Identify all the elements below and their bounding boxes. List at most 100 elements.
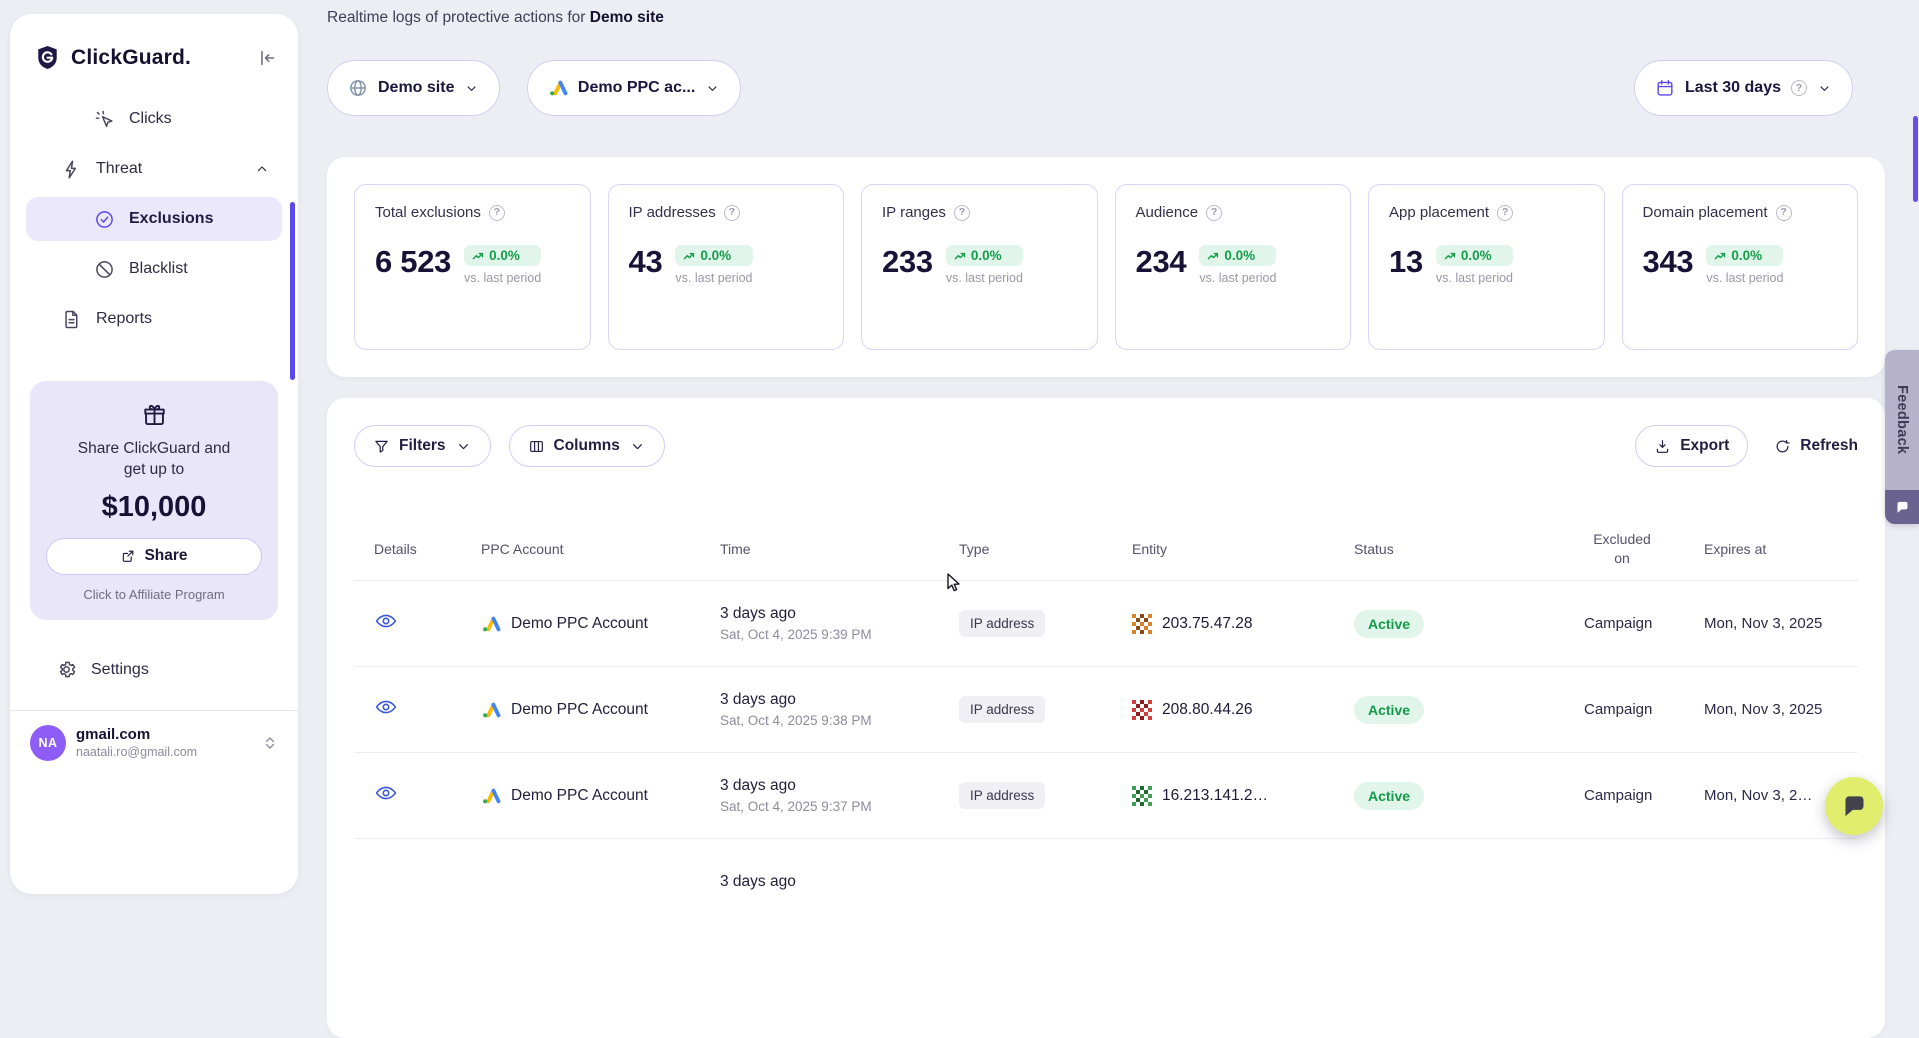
eye-icon [374, 781, 398, 805]
help-icon[interactable] [489, 205, 505, 221]
chevron-down-icon [1817, 81, 1832, 96]
google-ads-icon [481, 786, 501, 806]
sidebar-scrollbar-thumb[interactable] [290, 202, 295, 380]
export-button[interactable]: Export [1635, 425, 1748, 467]
help-icon[interactable] [1776, 205, 1792, 221]
time-absolute: Sat, Oct 4, 2025 9:39 PM [720, 627, 939, 642]
col-type: Type [939, 541, 1112, 557]
globe-icon [348, 78, 368, 98]
help-icon[interactable] [724, 205, 740, 221]
ip-identicon [1132, 614, 1152, 634]
time-relative: 3 days ago [720, 777, 939, 795]
sidebar-collapse-button[interactable] [256, 47, 278, 69]
help-icon[interactable] [954, 205, 970, 221]
time-absolute: Sat, Oct 4, 2025 9:38 PM [720, 713, 939, 728]
trend-up-icon [1444, 250, 1456, 262]
chevron-up-icon [254, 161, 270, 177]
refresh-button[interactable]: Refresh [1774, 437, 1858, 455]
shield-check-icon [94, 209, 115, 230]
help-icon[interactable] [1206, 205, 1222, 221]
promo-line-1: Share ClickGuard and [46, 438, 262, 459]
cursor-icon [94, 109, 115, 130]
excluded-on-value: Campaign [1564, 701, 1684, 718]
trend-up-icon [1714, 250, 1726, 262]
view-details-button[interactable] [374, 609, 398, 633]
trend-up-icon [472, 250, 484, 262]
entity-value: 203.75.47.28 [1162, 615, 1253, 633]
ppc-account-selector[interactable]: Demo PPC ac... [527, 60, 741, 116]
stat-total-exclusions: Total exclusions 6 523 0.0%vs. last peri… [354, 184, 591, 350]
time-relative: 3 days ago [720, 691, 939, 709]
delta-badge: 0.0% [464, 245, 541, 266]
stat-value: 343 [1643, 245, 1694, 279]
affiliate-program-link[interactable]: Click to Affiliate Program [46, 587, 262, 602]
user-name: gmail.com [76, 726, 250, 743]
stat-ip-addresses: IP addresses 43 0.0%vs. last period [608, 184, 845, 350]
col-expires-at: Expires at [1684, 541, 1858, 557]
trend-up-icon [683, 250, 695, 262]
columns-button[interactable]: Columns [509, 425, 665, 467]
table-row: Demo PPC Account 3 days agoSat, Oct 4, 2… [354, 667, 1858, 753]
promo-line-2: get up to [46, 459, 262, 480]
google-ads-icon [481, 700, 501, 720]
excluded-on-value: Campaign [1564, 787, 1684, 804]
sidebar-item-settings[interactable]: Settings [26, 648, 282, 692]
filter-bar: Demo site Demo PPC ac... Last 30 days [327, 60, 1919, 116]
stat-value: 233 [882, 245, 933, 279]
export-icon [1654, 438, 1671, 455]
promo-amount: $10,000 [46, 491, 262, 524]
affiliate-promo-card: Share ClickGuard and get up to $10,000 S… [30, 381, 278, 620]
trend-up-icon [1207, 250, 1219, 262]
avatar: NA [30, 725, 66, 761]
table-header: Details PPC Account Time Type Entity Sta… [354, 517, 1858, 581]
stat-domain-placement: Domain placement 343 0.0%vs. last period [1622, 184, 1859, 350]
help-icon[interactable] [1791, 80, 1807, 96]
stat-ip-ranges: IP ranges 233 0.0%vs. last period [861, 184, 1098, 350]
brand-name: ClickGuard. [71, 46, 246, 70]
gear-icon [56, 659, 77, 680]
entity-value: 208.80.44.26 [1162, 701, 1253, 719]
view-details-button[interactable] [374, 695, 398, 719]
share-icon [120, 548, 136, 564]
stats-card: Total exclusions 6 523 0.0%vs. last peri… [327, 157, 1885, 377]
chevron-up-down-icon [260, 733, 280, 753]
date-range-selector[interactable]: Last 30 days [1634, 60, 1853, 116]
sidebar-item-reports[interactable]: Reports [26, 297, 282, 341]
logo-row: ClickGuard. [10, 14, 298, 71]
chevron-down-icon [629, 438, 646, 455]
share-button[interactable]: Share [46, 538, 262, 575]
user-account-row[interactable]: NA gmail.com naatali.ro@gmail.com [10, 711, 298, 761]
chat-launcher-button[interactable] [1825, 777, 1883, 835]
page-scrollbar-thumb[interactable] [1913, 116, 1918, 202]
funnel-icon [373, 438, 390, 455]
sidebar-item-blacklist[interactable]: Blacklist [26, 247, 282, 291]
sidebar-item-clicks[interactable]: Clicks [26, 97, 282, 141]
table-row: Demo PPC Account 3 days agoSat, Oct 4, 2… [354, 753, 1858, 839]
feedback-tab[interactable]: Feedback [1885, 350, 1919, 524]
bolt-icon [61, 159, 82, 180]
gift-icon [141, 401, 168, 428]
exclusions-table-card: Filters Columns Export Refresh Details P… [327, 398, 1885, 1038]
status-badge: Active [1354, 696, 1424, 724]
help-icon[interactable] [1497, 205, 1513, 221]
sidebar-item-threat[interactable]: Threat [26, 147, 282, 191]
sidebar: ClickGuard. Clicks Threat Exclusions Bla… [10, 14, 298, 894]
user-email: naatali.ro@gmail.com [76, 745, 250, 759]
ban-icon [94, 259, 115, 280]
excluded-on-value: Campaign [1564, 615, 1684, 632]
type-badge: IP address [959, 696, 1045, 723]
delta-badge: 0.0% [1436, 245, 1513, 266]
delta-badge: 0.0% [675, 245, 752, 266]
stat-value: 13 [1389, 245, 1423, 279]
site-selector[interactable]: Demo site [327, 60, 500, 116]
col-entity: Entity [1112, 541, 1334, 557]
view-details-button[interactable] [374, 781, 398, 805]
sidebar-item-exclusions[interactable]: Exclusions [26, 197, 282, 241]
entity-value: 16.213.141.2… [1162, 787, 1268, 805]
filters-button[interactable]: Filters [354, 425, 491, 467]
stat-value: 234 [1136, 245, 1187, 279]
account-switcher-button[interactable] [260, 733, 280, 753]
type-badge: IP address [959, 610, 1045, 637]
eye-icon [374, 695, 398, 719]
calendar-icon [1655, 78, 1675, 98]
